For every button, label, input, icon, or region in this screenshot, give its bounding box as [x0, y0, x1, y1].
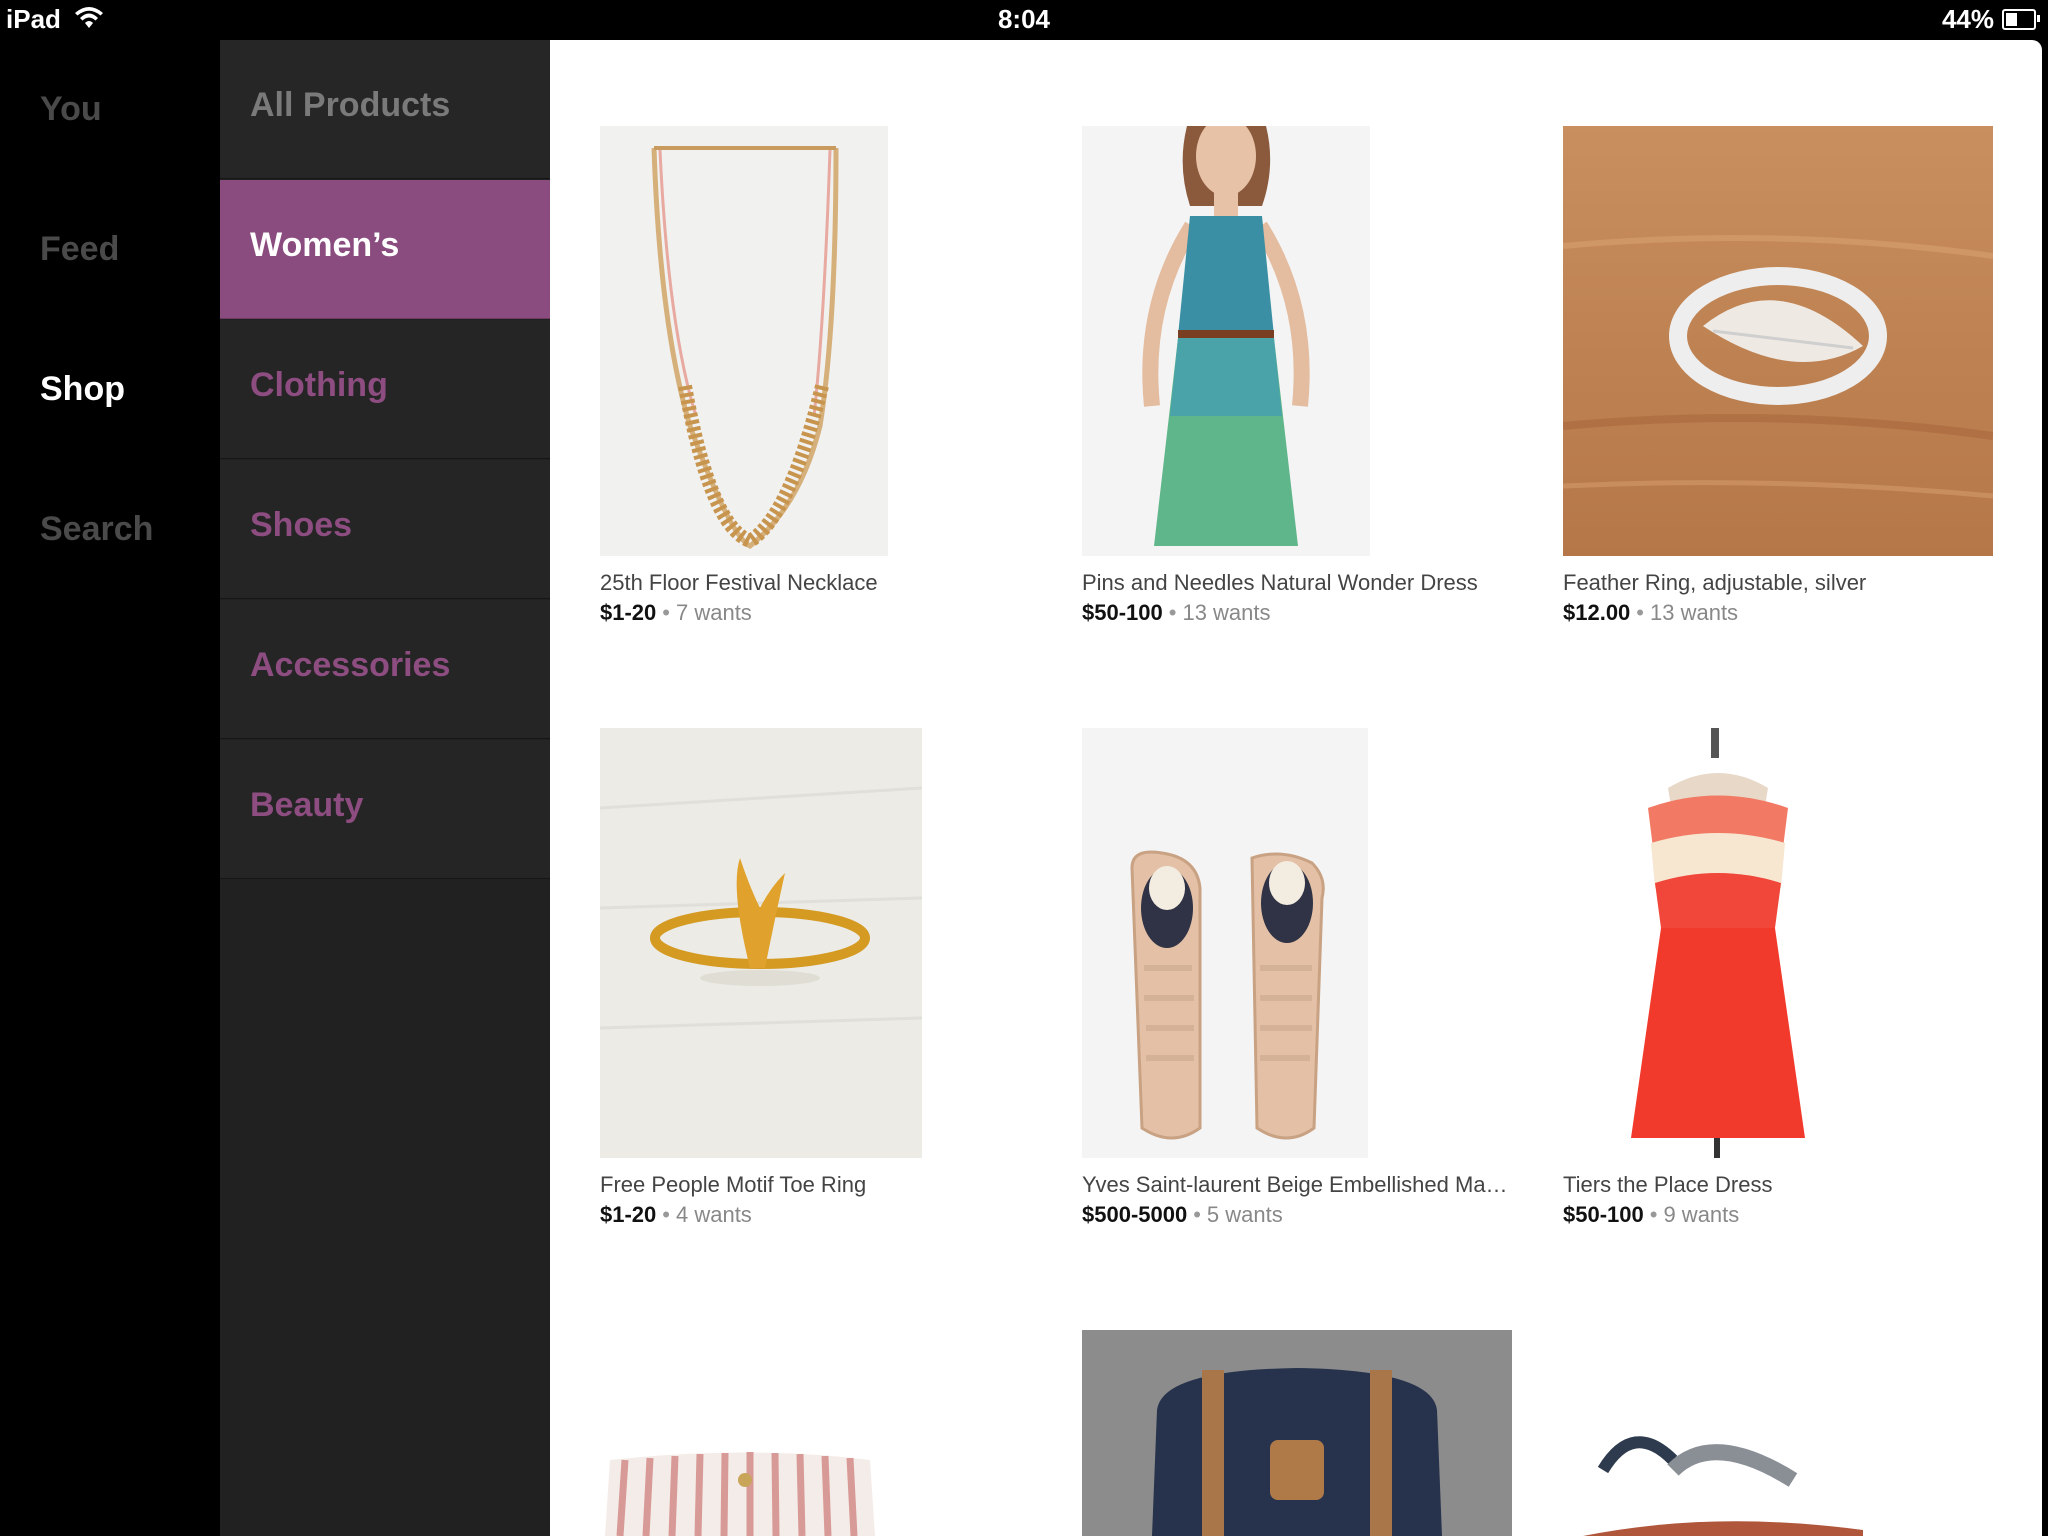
product-wants: 4 wants	[675, 1202, 752, 1227]
product-title: Tiers the Place Dress	[1563, 1172, 1773, 1197]
product-card[interactable]: Free People Motif Toe Ring $1-20 • 4 wants	[600, 728, 1040, 1268]
product-card[interactable]: 25th Floor Festival Necklace $1-20 • 7 wan…	[600, 126, 1040, 666]
category-label: Shoes	[250, 506, 353, 544]
category-label: Clothing	[250, 366, 388, 404]
sandal-image	[1563, 1330, 1993, 1536]
product-card[interactable]	[600, 1330, 900, 1536]
product-grid: 25th Floor Festival Necklace $1-20 • 7 wan…	[550, 40, 2042, 1536]
product-meta: $1-20 • 7 wants	[600, 600, 752, 626]
product-wants: 9 wants	[1663, 1202, 1740, 1227]
category-accessories[interactable]: Accessories	[220, 600, 550, 739]
nav-search[interactable]: Search	[40, 510, 153, 549]
nav-shop[interactable]: Shop	[40, 370, 125, 409]
category-nav: All Products Women’s Clothing Shoes Acce…	[220, 40, 550, 1536]
category-clothing[interactable]: Clothing	[220, 320, 550, 459]
category-label: Accessories	[250, 646, 451, 684]
nav-feed[interactable]: Feed	[40, 230, 119, 269]
category-label: Beauty	[250, 786, 364, 824]
separator-dot: •	[1636, 600, 1644, 625]
category-shoes[interactable]: Shoes	[220, 460, 550, 599]
product-title: Free People Motif Toe Ring	[600, 1172, 867, 1197]
separator-dot: •	[1193, 1202, 1201, 1227]
product-card[interactable]: Feather Ring, adjustable, silver $12.00 •…	[1563, 126, 2003, 666]
teal-dress-image	[1082, 126, 1370, 556]
product-title: Feather Ring, adjustable, silver	[1563, 570, 1867, 595]
product-card[interactable]: Yves Saint-laurent Beige Embellished Ma……	[1082, 728, 1522, 1268]
feather-ring-image	[1563, 126, 1993, 556]
product-price: $1-20	[600, 600, 657, 625]
category-label: Women’s	[250, 226, 400, 264]
separator-dot: •	[662, 600, 670, 625]
product-price: $500-5000	[1082, 1202, 1188, 1227]
product-card[interactable]	[1563, 1330, 1993, 1536]
ipad-screen: iPad 8:04 44% You Feed Shop Search All P…	[0, 0, 2048, 1536]
product-title: 25th Floor Festival Necklace	[600, 570, 878, 595]
battery-icon	[2002, 9, 2040, 30]
product-wants: 13 wants	[1650, 600, 1739, 625]
product-price: $1-20	[600, 1202, 657, 1227]
product-meta: $12.00 • 13 wants	[1563, 600, 1738, 626]
product-card[interactable]	[1082, 1330, 1512, 1536]
striped-shorts-image	[600, 1330, 900, 1536]
product-title: Yves Saint-laurent Beige Embellished Ma…	[1082, 1172, 1508, 1197]
status-bar: iPad 8:04 44%	[0, 0, 2048, 40]
main-nav: You Feed Shop Search	[0, 40, 220, 1536]
product-meta: $50-100 • 13 wants	[1082, 600, 1271, 626]
battery-level	[2006, 13, 2017, 26]
red-dress-image	[1563, 728, 1873, 1158]
product-card[interactable]: Tiers the Place Dress $50-100 • 9 wants	[1563, 728, 2003, 1268]
product-meta: $1-20 • 4 wants	[600, 1202, 752, 1228]
separator-dot: •	[1168, 600, 1177, 625]
product-price: $50-100	[1563, 1202, 1644, 1227]
battery-percent: 44%	[1941, 4, 1994, 34]
product-wants: 13 wants	[1182, 600, 1271, 625]
category-label: All Products	[250, 86, 451, 124]
product-meta: $500-5000 • 5 wants	[1082, 1202, 1283, 1228]
nav-you[interactable]: You	[40, 90, 102, 129]
necklace-image	[600, 126, 888, 556]
clock: 8:04	[997, 4, 1051, 34]
product-title: Pins and Needles Natural Wonder Dress	[1082, 570, 1478, 595]
separator-dot: •	[1649, 1202, 1658, 1227]
category-womens[interactable]: Women’s	[220, 180, 550, 319]
product-meta: $50-100 • 9 wants	[1563, 1202, 1739, 1228]
separator-dot: •	[662, 1202, 670, 1227]
product-wants: 5 wants	[1206, 1202, 1283, 1227]
category-all-products[interactable]: All Products	[220, 40, 550, 179]
product-card[interactable]: Pins and Needles Natural Wonder Dress $5…	[1082, 126, 1522, 666]
backpack-image	[1082, 1330, 1512, 1536]
category-beauty[interactable]: Beauty	[220, 740, 550, 879]
product-price: $50-100	[1082, 600, 1163, 625]
sneakers-image	[1082, 728, 1368, 1158]
toe-ring-image	[600, 728, 922, 1158]
product-price: $12.00	[1563, 600, 1631, 625]
product-wants: 7 wants	[675, 600, 752, 625]
